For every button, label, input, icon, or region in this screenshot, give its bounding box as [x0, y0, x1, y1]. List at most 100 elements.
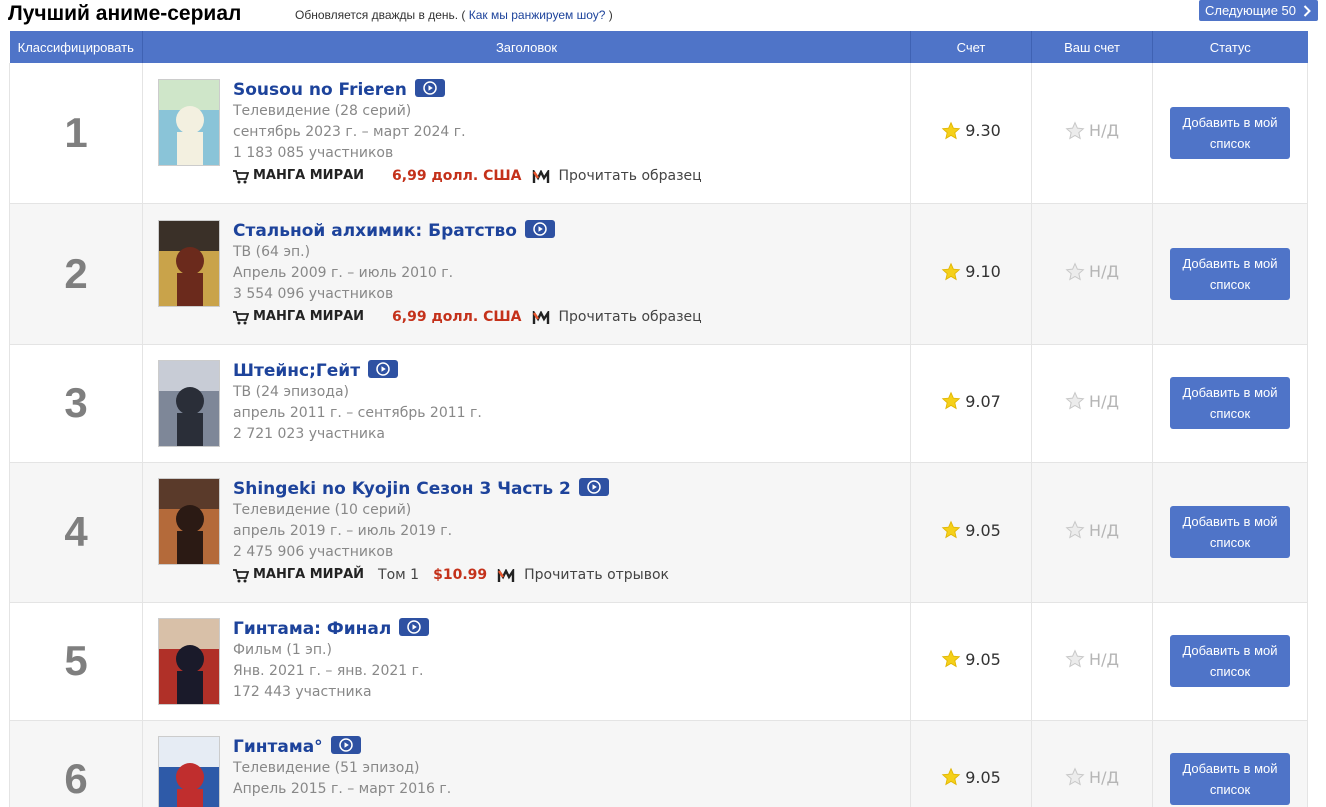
title-cell: Гинтама: Финал Фильм (1 эп.) Янв. 2021 г…	[142, 602, 911, 721]
empty-star-icon	[1065, 121, 1085, 140]
manga-price[interactable]: $10.99	[433, 564, 487, 586]
score-cell: 9.30	[910, 63, 1032, 204]
page-title: Лучший аниме-сериал	[8, 2, 242, 25]
column-header-status[interactable]: Статус	[1152, 31, 1308, 63]
page-header: Лучший аниме-сериал Обновляется дважды в…	[8, 0, 1318, 30]
your-score-cell: Н/Д	[1031, 720, 1153, 807]
manga-store-link[interactable]: МАНГА МИРАИ	[253, 165, 364, 187]
star-icon	[941, 649, 961, 668]
anime-members: 2 475 906 участников	[233, 544, 394, 560]
title-cell: Sousou no Frieren Телевидение (28 серий)…	[142, 63, 911, 204]
anime-poster[interactable]	[158, 219, 220, 307]
next-50-label: Следующие 50	[1204, 3, 1296, 18]
anime-title-link[interactable]: Sousou no Frieren	[233, 79, 407, 101]
your-score-value: Н/Д	[1089, 262, 1119, 281]
anime-type: ТВ (64 эп.)	[233, 243, 311, 260]
update-text: Обновляется дважды в день.	[295, 8, 459, 22]
status-cell: Добавить в мой список	[1152, 602, 1308, 721]
anime-poster[interactable]	[158, 78, 220, 166]
manga-store-link[interactable]: МАНГА МИРАЙ	[253, 564, 364, 586]
your-score-value: Н/Д	[1089, 520, 1119, 540]
add-to-list-button[interactable]: Добавить в мой список	[1170, 753, 1290, 805]
add-to-list-button[interactable]: Добавить в мой список	[1170, 247, 1290, 300]
manga-offer: МАНГА МИРАИ 6,99 долл. США Прочитать обр…	[233, 306, 910, 328]
anime-title-link[interactable]: Гинтама: Финал	[233, 618, 391, 640]
anime-title-link[interactable]: Гинтама°	[233, 736, 323, 758]
chevron-right-icon	[1300, 0, 1314, 21]
your-score-cell: Н/Д	[1031, 344, 1153, 463]
manga-store-link[interactable]: МАНГА МИРАИ	[253, 306, 364, 328]
play-trailer-icon[interactable]	[578, 478, 609, 496]
empty-star-icon	[1065, 767, 1085, 786]
play-trailer-icon[interactable]	[368, 359, 399, 378]
table-header-row: Классифицировать Заголовок Счет Ваш счет…	[9, 31, 1308, 63]
read-sample-link[interactable]: Прочитать образец	[559, 165, 702, 187]
star-icon	[941, 121, 961, 140]
star-icon	[941, 262, 961, 280]
column-header-your-score[interactable]: Ваш счет	[1031, 31, 1153, 63]
manga-price[interactable]: 6,99 долл. США	[392, 306, 521, 328]
empty-star-icon	[1065, 520, 1085, 539]
star-icon	[941, 520, 961, 539]
anime-dates: сентябрь 2023 г. – март 2024 г.	[233, 123, 466, 140]
manga-mirai-logo-icon	[532, 167, 550, 183]
add-to-list-button[interactable]: Добавить в мой список	[1170, 106, 1290, 159]
anime-poster[interactable]	[158, 735, 220, 807]
anime-poster[interactable]	[158, 478, 220, 565]
column-header-score[interactable]: Счет	[910, 31, 1032, 63]
score-cell: 9.05	[910, 720, 1032, 807]
play-trailer-icon[interactable]	[414, 78, 445, 97]
cart-icon	[233, 568, 250, 583]
manga-offer: МАНГА МИРАИ 6,99 долл. США Прочитать обр…	[233, 165, 910, 187]
manga-mirai-logo-icon	[497, 567, 515, 582]
read-sample-link[interactable]: Прочитать образец	[559, 306, 702, 328]
anime-title-link[interactable]: Shingeki no Kyojin Сезон 3 Часть 2	[233, 478, 571, 500]
add-to-list-button[interactable]: Добавить в мой список	[1170, 635, 1290, 687]
score-value: 9.05	[965, 767, 1001, 787]
table-row: 3 Штейнс;Гейт ТВ (24 эпизода) апрель 201…	[9, 344, 1308, 463]
your-score-value: Н/Д	[1089, 767, 1119, 787]
cart-icon	[233, 310, 250, 324]
empty-star-icon	[1065, 391, 1085, 410]
your-score-cell: Н/Д	[1031, 203, 1153, 345]
anime-type: Телевидение (10 серий)	[233, 502, 412, 518]
add-to-list-button[interactable]: Добавить в мой список	[1170, 506, 1290, 558]
anime-title-link[interactable]: Штейнс;Гейт	[233, 360, 360, 382]
status-cell: Добавить в мой список	[1152, 720, 1308, 807]
title-cell: Стальной алхимик: Братство ТВ (64 эп.) А…	[142, 203, 911, 345]
score-cell: 9.07	[910, 344, 1032, 463]
manga-price[interactable]: 6,99 долл. США	[392, 165, 521, 187]
anime-members: 2 721 023 участника	[233, 425, 385, 442]
score-value: 9.05	[965, 520, 1001, 540]
play-trailer-icon[interactable]	[399, 617, 430, 636]
ranking-table: Классифицировать Заголовок Счет Ваш счет…	[9, 31, 1308, 807]
anime-poster[interactable]	[158, 617, 220, 705]
table-row: 5 Гинтама: Финал Фильм (1 эп.) Янв. 2021…	[9, 602, 1308, 721]
score-value: 9.10	[965, 262, 1001, 281]
score-cell: 9.05	[910, 462, 1032, 603]
play-trailer-icon[interactable]	[330, 735, 361, 754]
score-value: 9.05	[965, 649, 1001, 669]
status-cell: Добавить в мой список	[1152, 344, 1308, 463]
empty-star-icon	[1065, 649, 1085, 668]
your-score-cell: Н/Д	[1031, 63, 1153, 204]
anime-title-link[interactable]: Стальной алхимик: Братство	[233, 220, 517, 242]
anime-type: ТВ (24 эпизода)	[233, 383, 349, 400]
anime-poster[interactable]	[158, 359, 220, 447]
title-cell: Shingeki no Kyojin Сезон 3 Часть 2 Телев…	[142, 462, 911, 603]
anime-type: Телевидение (51 эпизод)	[233, 759, 420, 776]
play-trailer-icon[interactable]	[524, 219, 555, 238]
anime-members: 3 554 096 участников	[233, 285, 394, 302]
add-to-list-button[interactable]: Добавить в мой список	[1170, 377, 1290, 429]
column-header-rank[interactable]: Классифицировать	[9, 31, 143, 63]
rank-number: 6	[9, 720, 143, 807]
your-score-value: Н/Д	[1089, 649, 1119, 669]
ranking-info-link[interactable]: Как мы ранжируем шоу?	[469, 8, 606, 22]
column-header-title[interactable]: Заголовок	[142, 31, 911, 63]
read-sample-link[interactable]: Прочитать отрывок	[524, 564, 669, 586]
table-row: 6 Гинтама° Телевидение (51 эпизод) Апрел…	[9, 720, 1308, 807]
next-50-button[interactable]: Следующие 50	[1198, 0, 1318, 21]
your-score-cell: Н/Д	[1031, 462, 1153, 603]
title-cell: Штейнс;Гейт ТВ (24 эпизода) апрель 2011 …	[142, 344, 911, 463]
manga-volume: Том 1	[378, 567, 420, 583]
